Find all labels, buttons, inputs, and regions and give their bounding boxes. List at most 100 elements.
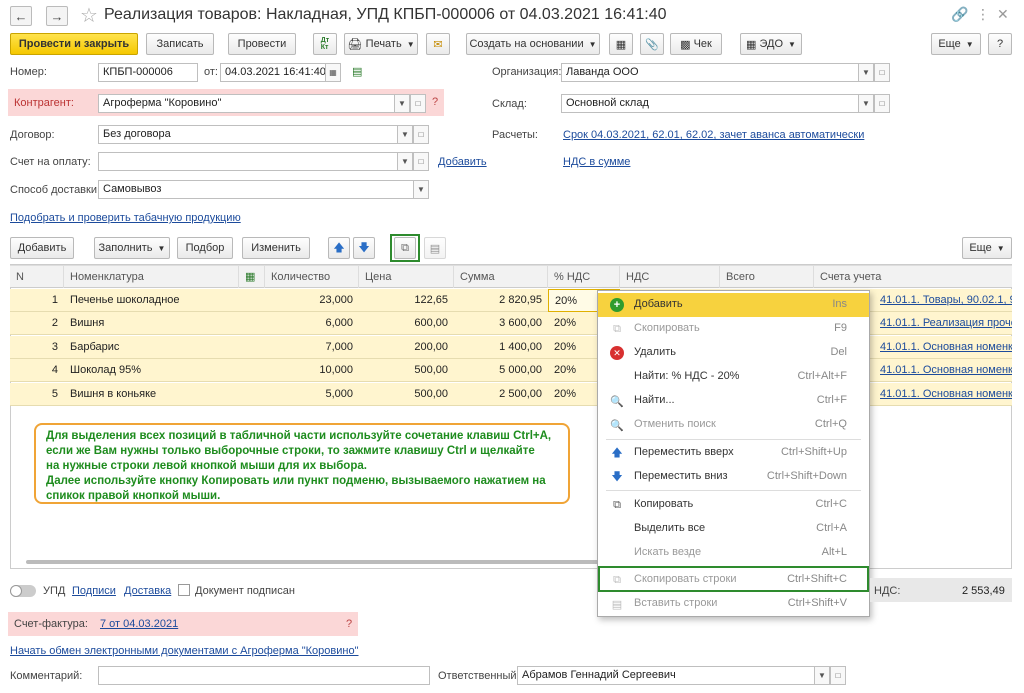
col-accounts[interactable]: Счета учета — [814, 266, 1012, 288]
menu-item-add[interactable]: + Добавить Ins — [598, 293, 869, 317]
check-button[interactable]: ▩ Чек — [670, 33, 722, 55]
col-vat[interactable]: НДС — [620, 266, 720, 288]
copy-rows-button[interactable]: ⧉ — [394, 237, 416, 259]
arrow-down-icon: 🡇 — [611, 470, 623, 483]
delivery-method-dropdown[interactable]: ▼ — [413, 180, 429, 199]
add-invoice-link[interactable]: Добавить — [438, 156, 487, 168]
question-icon[interactable]: ? — [346, 618, 352, 630]
cell-sum: 2 500,00 — [499, 387, 542, 400]
col-vat-rate[interactable]: % НДС — [548, 266, 620, 288]
counterparty-label: Контрагент: — [14, 97, 74, 109]
upd-toggle[interactable] — [10, 585, 36, 597]
col-quantity[interactable]: Количество — [265, 266, 359, 288]
email-button[interactable]: ✉ — [426, 33, 450, 55]
organization-label: Организация: — [492, 66, 562, 78]
col-marking[interactable]: ▦ — [239, 266, 265, 288]
dt-kt-button[interactable]: Дт Кт — [313, 33, 337, 55]
warehouse-dropdown[interactable]: ▼ — [858, 94, 874, 113]
paste-rows-button[interactable]: ▤ — [424, 237, 446, 259]
attach-button[interactable]: 📎 — [640, 33, 664, 55]
create-based-on-button[interactable]: Создать на основании ▼ — [466, 33, 600, 55]
menu-item-copy-row[interactable]: ⧉ Скопировать F9 — [598, 317, 869, 341]
more-button[interactable]: Еще ▼ — [931, 33, 981, 55]
warehouse-open-button[interactable]: □ — [874, 94, 890, 113]
organization-dropdown[interactable]: ▼ — [858, 63, 874, 82]
warehouse-field[interactable]: Основной склад — [561, 94, 859, 113]
check-label: Чек — [693, 38, 712, 50]
menu-item-cancel-search[interactable]: 🔍 Отменить поиск Ctrl+Q — [598, 413, 869, 437]
link-icon[interactable]: 🔗 — [951, 6, 968, 23]
responsible-open-button[interactable]: □ — [830, 666, 846, 685]
cell-quantity: 6,000 — [325, 317, 353, 330]
delivery-method-field[interactable]: Самовывоз — [98, 180, 414, 199]
pick-button[interactable]: Подбор — [177, 237, 233, 259]
arrow-up-icon: 🡅 — [611, 446, 623, 459]
counterparty-field[interactable]: Агроферма "Коровино" — [98, 94, 410, 113]
back-button[interactable]: ← — [10, 6, 32, 26]
col-sum[interactable]: Сумма — [454, 266, 548, 288]
structure-button[interactable]: ▦ — [609, 33, 633, 55]
counterparty-open-button[interactable]: □ — [410, 94, 426, 113]
organization-field[interactable]: Лаванда ООО — [561, 63, 859, 82]
signed-checkbox[interactable] — [178, 584, 190, 596]
menu-shortcut: Ctrl+F — [816, 394, 847, 406]
comment-field[interactable] — [98, 666, 430, 685]
menu-item-search-everywhere[interactable]: Искать везде Alt+L — [598, 541, 869, 565]
contract-open-button[interactable]: □ — [413, 125, 429, 144]
delivery-link[interactable]: Доставка — [124, 585, 171, 597]
invoice-payment-dropdown[interactable]: ▼ — [397, 152, 413, 171]
post-button[interactable]: Провести — [228, 33, 296, 55]
col-n[interactable]: N — [10, 266, 64, 288]
check-tobacco-link[interactable]: Подобрать и проверить табачную продукцию — [10, 212, 241, 224]
organization-open-button[interactable]: □ — [874, 63, 890, 82]
invoice-payment-open-button[interactable]: □ — [413, 152, 429, 171]
menu-item-move-down[interactable]: 🡇 Переместить вниз Ctrl+Shift+Down — [598, 465, 869, 489]
question-icon[interactable]: ? — [432, 96, 438, 108]
cell-sum: 2 820,95 — [499, 294, 542, 306]
invoice-payment-field[interactable] — [98, 152, 398, 171]
edo-exchange-link[interactable]: Начать обмен электронными документами с … — [10, 645, 359, 657]
menu-item-select-all[interactable]: Выделить все Ctrl+A — [598, 517, 869, 541]
cell-nomenclature: Вишня — [70, 317, 105, 330]
print-button[interactable]: 🖨 Печать ▼ — [344, 33, 418, 55]
col-price[interactable]: Цена — [359, 266, 454, 288]
favorite-star-icon[interactable]: ☆ — [80, 3, 98, 28]
invoice-link[interactable]: 7 от 04.03.2021 — [100, 618, 178, 630]
responsible-field[interactable]: Абрамов Геннадий Сергеевич — [517, 666, 815, 685]
menu-item-copy[interactable]: ⧉ Копировать Ctrl+C — [598, 493, 869, 517]
settlements-link[interactable]: Срок 04.03.2021, 62.01, 62.02, зачет ава… — [563, 129, 864, 141]
forward-button[interactable]: → — [46, 6, 68, 26]
cash-register-icon: ▩ — [680, 38, 691, 51]
move-down-button[interactable]: 🡇 — [353, 237, 375, 259]
save-button[interactable]: Записать — [146, 33, 214, 55]
close-window-icon[interactable]: ✕ — [997, 6, 1009, 23]
help-button[interactable]: ? — [988, 33, 1012, 55]
more-dots-icon[interactable]: ⋮ — [976, 6, 990, 23]
number-settings-icon[interactable]: ▤ — [352, 65, 362, 78]
responsible-dropdown[interactable]: ▼ — [814, 666, 830, 685]
fill-button[interactable]: Заполнить ▼ — [94, 237, 170, 259]
table-add-button[interactable]: Добавить — [10, 237, 74, 259]
menu-item-paste-rows[interactable]: ▤ Вставить строки Ctrl+Shift+V — [598, 592, 869, 616]
calendar-button[interactable]: ▦ — [325, 63, 341, 82]
table-more-button[interactable]: Еще ▼ — [962, 237, 1012, 259]
cancel-search-icon: 🔍 — [610, 419, 624, 432]
contract-dropdown[interactable]: ▼ — [397, 125, 413, 144]
date-field[interactable]: 04.03.2021 16:41:40 — [220, 63, 326, 82]
number-field[interactable]: КПБП-000006 — [98, 63, 198, 82]
signatures-link[interactable]: Подписи — [72, 585, 116, 597]
menu-item-find-value[interactable]: Найти: % НДС - 20% Ctrl+Alt+F — [598, 365, 869, 389]
menu-item-find[interactable]: 🔍 Найти... Ctrl+F — [598, 389, 869, 413]
contract-field[interactable]: Без договора — [98, 125, 398, 144]
col-total[interactable]: Всего — [720, 266, 814, 288]
edo-button[interactable]: ▦ ЭДО ▼ — [740, 33, 802, 55]
vat-in-sum-link[interactable]: НДС в сумме — [563, 156, 630, 168]
col-nomenclature[interactable]: Номенклатура — [64, 266, 239, 288]
counterparty-dropdown[interactable]: ▼ — [394, 94, 410, 113]
change-button[interactable]: Изменить — [242, 237, 310, 259]
menu-item-delete[interactable]: ✕ Удалить Del — [598, 341, 869, 365]
menu-item-move-up[interactable]: 🡅 Переместить вверх Ctrl+Shift+Up — [598, 441, 869, 465]
post-and-close-button[interactable]: Провести и закрыть — [10, 33, 138, 55]
move-up-button[interactable]: 🡅 — [328, 237, 350, 259]
cell-quantity: 10,000 — [319, 364, 353, 377]
